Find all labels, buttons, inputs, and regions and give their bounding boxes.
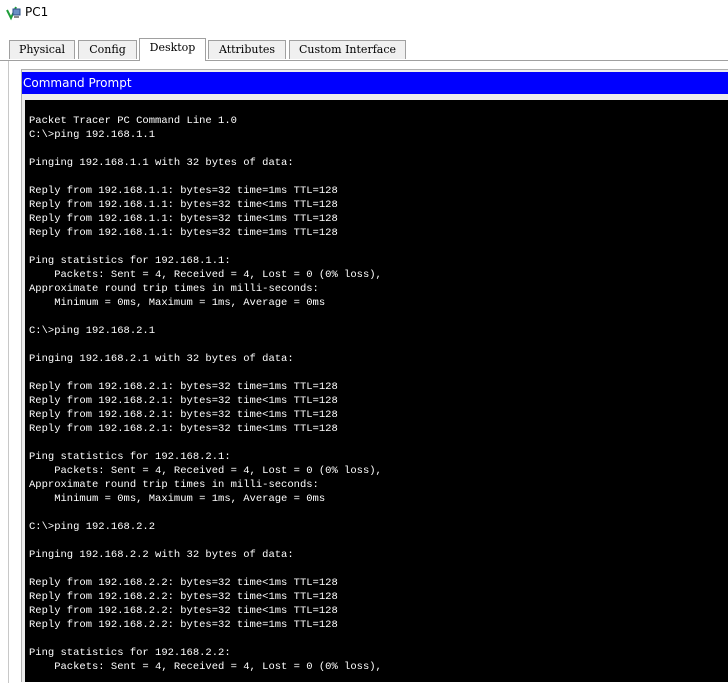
console-line: Packets: Sent = 4, Received = 4, Lost = … bbox=[29, 269, 382, 281]
console-line: Reply from 192.168.1.1: bytes=32 time<1m… bbox=[29, 199, 338, 211]
console-line: Approximate round trip times in milli-se… bbox=[29, 479, 319, 491]
console-line: Reply from 192.168.1.1: bytes=32 time=1m… bbox=[29, 185, 338, 197]
console-line: C:\>ping 192.168.1.1 bbox=[29, 129, 156, 141]
console-line: Minimum = 0ms, Maximum = 1ms, Average = … bbox=[29, 493, 326, 505]
console-line: Ping statistics for 192.168.1.1: bbox=[29, 255, 231, 267]
console-line: Reply from 192.168.2.1: bytes=32 time<1m… bbox=[29, 409, 338, 421]
console-line: Reply from 192.168.2.2: bytes=32 time<1m… bbox=[29, 577, 338, 589]
tab-attributes[interactable]: Attributes bbox=[208, 40, 286, 59]
console-line: Ping statistics for 192.168.2.2: bbox=[29, 647, 231, 659]
console-line: Minimum = 0ms, Maximum = 1ms, Average = … bbox=[29, 297, 326, 309]
console-line: C:\>ping 192.168.2.1 bbox=[29, 325, 156, 337]
command-prompt-frame: Command Prompt Packet Tracer PC Command … bbox=[21, 69, 728, 682]
console-line: Reply from 192.168.2.1: bytes=32 time=1m… bbox=[29, 381, 338, 393]
console-line: Reply from 192.168.2.2: bytes=32 time<1m… bbox=[29, 591, 338, 603]
tab-bar: Physical Config Desktop Attributes Custo… bbox=[0, 38, 728, 61]
console-line: Packets: Sent = 4, Received = 4, Lost = … bbox=[29, 465, 382, 477]
title-bar: PC1 bbox=[0, 0, 728, 28]
window-title: PC1 bbox=[25, 5, 49, 19]
console-line: Approximate round trip times in milli-se… bbox=[29, 283, 319, 295]
desktop-panel: Command Prompt Packet Tracer PC Command … bbox=[8, 61, 728, 683]
console-line: Pinging 192.168.1.1 with 32 bytes of dat… bbox=[29, 157, 294, 169]
console-line: C:\>ping 192.168.2.2 bbox=[29, 521, 156, 533]
console-line: Reply from 192.168.2.1: bytes=32 time<1m… bbox=[29, 423, 338, 435]
command-prompt-console[interactable]: Packet Tracer PC Command Line 1.0 C:\>pin… bbox=[25, 100, 728, 682]
tab-physical[interactable]: Physical bbox=[9, 40, 75, 59]
tab-custom-interface[interactable]: Custom Interface bbox=[289, 40, 406, 59]
console-line: Ping statistics for 192.168.2.1: bbox=[29, 451, 231, 463]
tab-config[interactable]: Config bbox=[78, 40, 137, 59]
packet-tracer-pc-icon bbox=[4, 4, 22, 22]
console-output: Packet Tracer PC Command Line 1.0 C:\>pin… bbox=[29, 114, 382, 674]
pc1-window: PC1 Physical Config Desktop Attributes C… bbox=[0, 0, 728, 683]
console-line: Reply from 192.168.2.1: bytes=32 time<1m… bbox=[29, 395, 338, 407]
console-line: Pinging 192.168.2.1 with 32 bytes of dat… bbox=[29, 353, 294, 365]
console-line: Reply from 192.168.2.2: bytes=32 time<1m… bbox=[29, 605, 338, 617]
console-line: Pinging 192.168.2.2 with 32 bytes of dat… bbox=[29, 549, 294, 561]
console-line: Reply from 192.168.1.1: bytes=32 time<1m… bbox=[29, 213, 338, 225]
tab-desktop[interactable]: Desktop bbox=[139, 38, 206, 61]
command-prompt-title: Command Prompt bbox=[22, 72, 728, 94]
console-line: Reply from 192.168.1.1: bytes=32 time=1m… bbox=[29, 227, 338, 239]
console-line: Reply from 192.168.2.2: bytes=32 time=1m… bbox=[29, 619, 338, 631]
console-line: Packets: Sent = 4, Received = 4, Lost = … bbox=[29, 661, 382, 673]
console-line: Packet Tracer PC Command Line 1.0 bbox=[29, 115, 237, 127]
